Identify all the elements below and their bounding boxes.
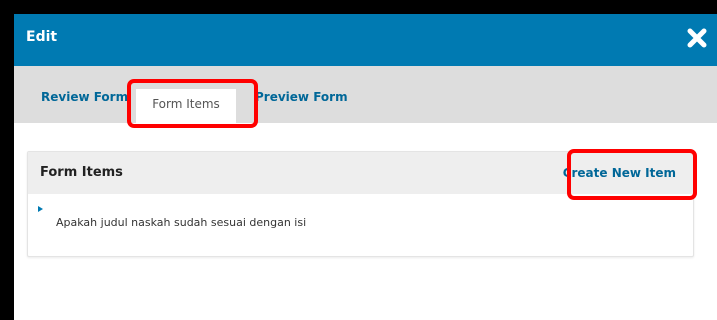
modal-header: Edit xyxy=(14,14,717,66)
triangle-right-icon[interactable] xyxy=(38,206,43,212)
close-icon[interactable] xyxy=(684,25,710,51)
tab-bar: Review Form Form Items Preview Form xyxy=(14,66,717,123)
list-item: Apakah judul naskah sudah sesuai dengan … xyxy=(28,194,693,254)
form-item-text: Apakah judul naskah sudah sesuai dengan … xyxy=(56,216,307,229)
form-items-panel: Form Items Create New Item Apakah judul … xyxy=(27,151,694,257)
edit-modal: Edit Review Form Form Items Preview Form… xyxy=(14,14,717,320)
create-new-item-button[interactable]: Create New Item xyxy=(563,166,676,180)
panel-header: Form Items Create New Item xyxy=(28,152,693,194)
panel-title: Form Items xyxy=(40,165,123,180)
modal-title: Edit xyxy=(26,29,58,45)
tab-preview-form[interactable]: Preview Form xyxy=(255,90,348,104)
tab-review-form[interactable]: Review Form xyxy=(41,90,128,104)
tab-form-items[interactable]: Form Items xyxy=(136,89,236,123)
